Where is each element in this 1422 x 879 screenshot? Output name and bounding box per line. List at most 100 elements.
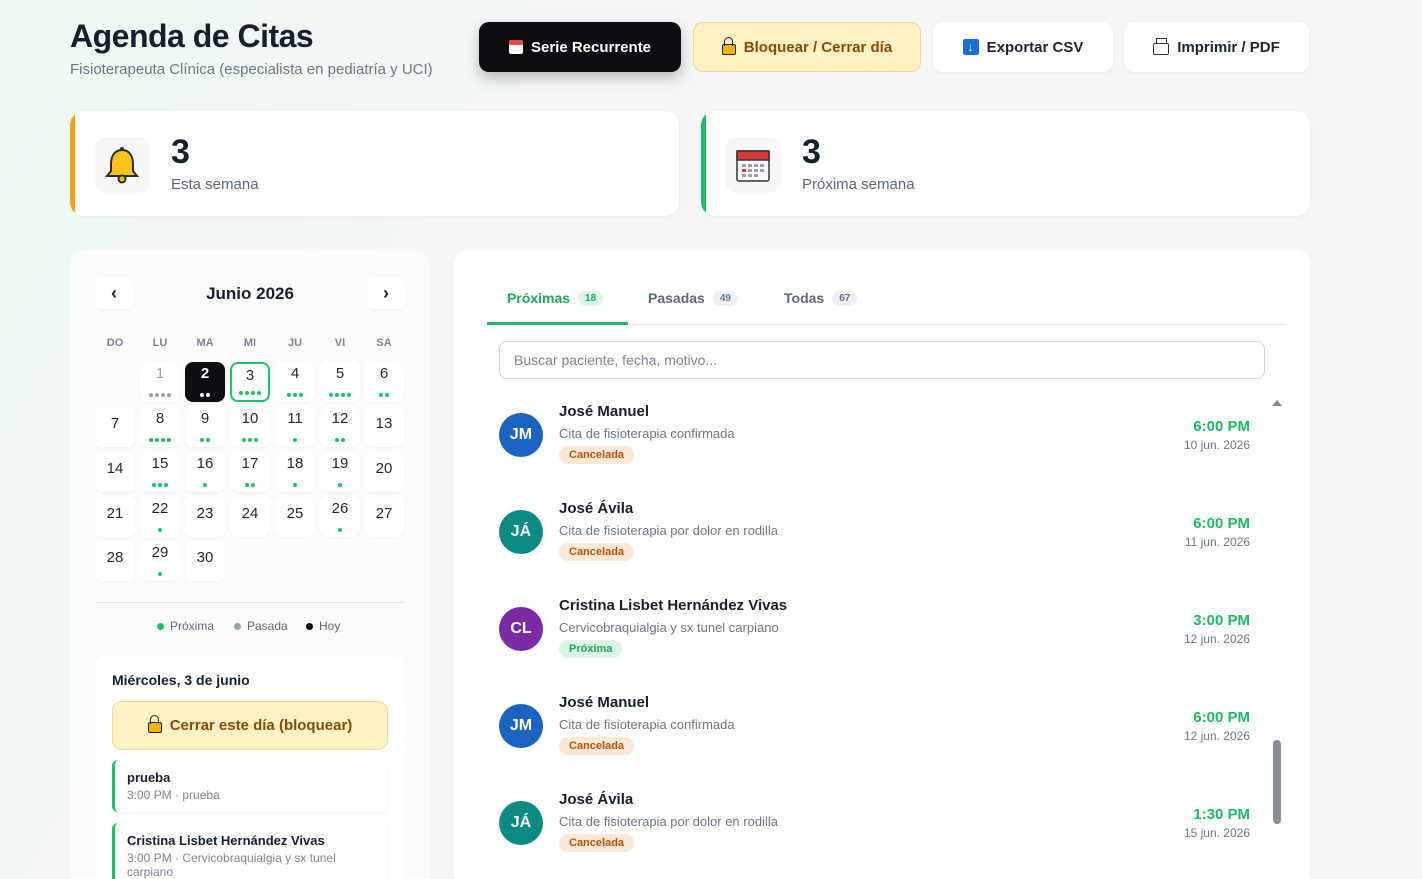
calendar-day[interactable]: 26 — [320, 497, 360, 537]
legend-label: Hoy — [319, 619, 341, 633]
calendar-day-number: 3 — [245, 367, 255, 384]
appointment-dot — [257, 391, 261, 395]
appointment-row[interactable]: JM José Manuel Cita de fisioterapia confir… — [481, 686, 1269, 774]
appointment-date: 12 jun. 2026 — [1183, 632, 1250, 646]
appointment-dot — [206, 393, 210, 397]
active-tab-indicator — [487, 322, 628, 325]
calendar-day[interactable]: 28 — [95, 541, 135, 581]
calendar-day[interactable]: 19 — [320, 452, 360, 492]
scrollbar-thumb[interactable] — [1273, 740, 1281, 824]
calendar-day-number: 26 — [331, 500, 349, 517]
legend-past: Pasada — [234, 619, 288, 633]
calendar-day[interactable]: 16 — [185, 452, 225, 492]
tab-label: Pasadas — [648, 290, 705, 306]
calendar-day-number: 30 — [196, 549, 214, 566]
calendar-day-number: 11 — [287, 410, 303, 427]
calendar-day[interactable]: 24 — [230, 497, 270, 537]
appointment-dots — [364, 393, 404, 397]
stat-label: Próxima semana — [802, 176, 915, 193]
calendar-day[interactable]: 14 — [95, 452, 135, 492]
calendar-day-number: 27 — [375, 505, 393, 522]
calendar-day[interactable]: 4 — [275, 362, 315, 402]
appointment-dots — [275, 393, 315, 397]
appointment-row[interactable]: JÁ José Ávila Cita de fisioterapia por dol… — [481, 783, 1269, 871]
calendar-day-number: 24 — [241, 505, 259, 522]
calendar-day[interactable]: 1 — [140, 362, 180, 402]
calendar-day[interactable]: 23 — [185, 497, 225, 537]
appointment-row[interactable]: JÁ José Ávila Cita de fisioterapia por dol… — [481, 492, 1269, 580]
calendar-day[interactable]: 22 — [140, 497, 180, 537]
appointment-dot — [347, 393, 351, 397]
calendar-day[interactable]: 6 — [364, 362, 404, 402]
appointment-dot — [341, 438, 345, 442]
appointment-dots — [320, 393, 360, 397]
calendar-day[interactable]: 10 — [230, 407, 270, 447]
appointment-dot — [155, 393, 159, 397]
patient-name: José Manuel — [559, 694, 650, 711]
calendar-day[interactable]: 29 — [140, 541, 180, 581]
recurring-series-button[interactable]: Serie Recurrente — [479, 22, 681, 72]
tab-all[interactable]: Todas 67 — [784, 290, 858, 306]
appointment-reason: Cita de fisioterapia confirmada — [559, 426, 735, 441]
prev-month-button[interactable]: ‹ — [95, 277, 133, 309]
appointment-reason: Cervicobraquialgia y sx tunel carpiano — [559, 620, 779, 635]
appointment-time: 6:00 PM — [1193, 418, 1250, 435]
avatar: JM — [499, 704, 543, 748]
export-csv-label: Exportar CSV — [986, 38, 1084, 56]
block-day-button[interactable]: Bloquear / Cerrar día — [693, 22, 921, 72]
close-day-button[interactable]: Cerrar este día (bloquear) — [112, 701, 388, 750]
calendar-day[interactable]: 2 — [185, 362, 225, 402]
weekday-label: MA — [196, 337, 214, 349]
appointment-dot — [161, 393, 165, 397]
calendar-day-number: 20 — [375, 460, 393, 477]
calendar-day[interactable]: 7 — [95, 407, 135, 447]
calendar-month-title: Junio 2026 — [206, 284, 294, 303]
calendar-day[interactable]: 9 — [185, 407, 225, 447]
weekday-label: MI — [243, 337, 257, 349]
appointment-dots — [185, 438, 225, 442]
calendar-day[interactable]: 3 — [230, 362, 270, 402]
calendar-day-number: 9 — [200, 410, 210, 427]
patient-name: José Ávila — [559, 791, 634, 808]
appointment-dot — [245, 391, 249, 395]
calendar-day[interactable]: 12 — [320, 407, 360, 447]
calendar-day[interactable]: 11 — [275, 407, 315, 447]
appointment-dots — [320, 483, 360, 487]
calendar-day[interactable]: 18 — [275, 452, 315, 492]
printer-icon — [1153, 37, 1170, 55]
calendar-day[interactable]: 21 — [95, 497, 135, 537]
avatar: CL — [499, 607, 543, 651]
calendar-day[interactable]: 27 — [364, 497, 404, 537]
calendar-day[interactable]: 30 — [185, 541, 225, 581]
calendar-day[interactable]: 15 — [140, 452, 180, 492]
appointment-row[interactable]: JM José Manuel Cita de fisioterapia confir… — [481, 395, 1269, 483]
calendar-day[interactable]: 13 — [364, 407, 404, 447]
calendar-day-number: 7 — [110, 415, 120, 432]
day-appointment-item[interactable]: Cristina Lisbet Hernández Vivas 3:00 PM … — [112, 823, 388, 879]
appointment-time: 6:00 PM — [1193, 709, 1250, 726]
appointment-dots — [275, 483, 315, 487]
calendar-day[interactable]: 20 — [364, 452, 404, 492]
appointment-row[interactable]: CL Cristina Lisbet Hernández Vivas Cervico… — [481, 589, 1269, 677]
appointment-dot — [239, 391, 243, 395]
print-pdf-button[interactable]: Imprimir / PDF — [1124, 22, 1309, 72]
appointment-dots — [230, 438, 270, 442]
day-appointment-item[interactable]: prueba 3:00 PM · prueba — [112, 760, 388, 812]
tab-past[interactable]: Pasadas 49 — [648, 290, 738, 306]
stat-value: 3 — [171, 133, 190, 171]
calendar-icon — [508, 40, 523, 54]
scroll-up-arrow-icon[interactable] — [1272, 400, 1282, 406]
calendar-day[interactable]: 25 — [275, 497, 315, 537]
search-input[interactable] — [499, 341, 1265, 379]
calendar-day[interactable]: 17 — [230, 452, 270, 492]
weekday-label: VI — [334, 337, 346, 349]
calendar-day-number: 22 — [151, 500, 169, 517]
appointment-time: 3:00 PM — [1193, 612, 1250, 629]
tab-upcoming[interactable]: Próximas 18 — [507, 290, 604, 306]
appointment-reason: Cita de fisioterapia por dolor en rodill… — [559, 523, 778, 538]
calendar-day[interactable]: 8 — [140, 407, 180, 447]
patient-name: José Ávila — [559, 500, 634, 517]
next-month-button[interactable]: › — [367, 277, 405, 309]
export-csv-button[interactable]: ↓ Exportar CSV — [933, 22, 1113, 72]
calendar-day[interactable]: 5 — [320, 362, 360, 402]
